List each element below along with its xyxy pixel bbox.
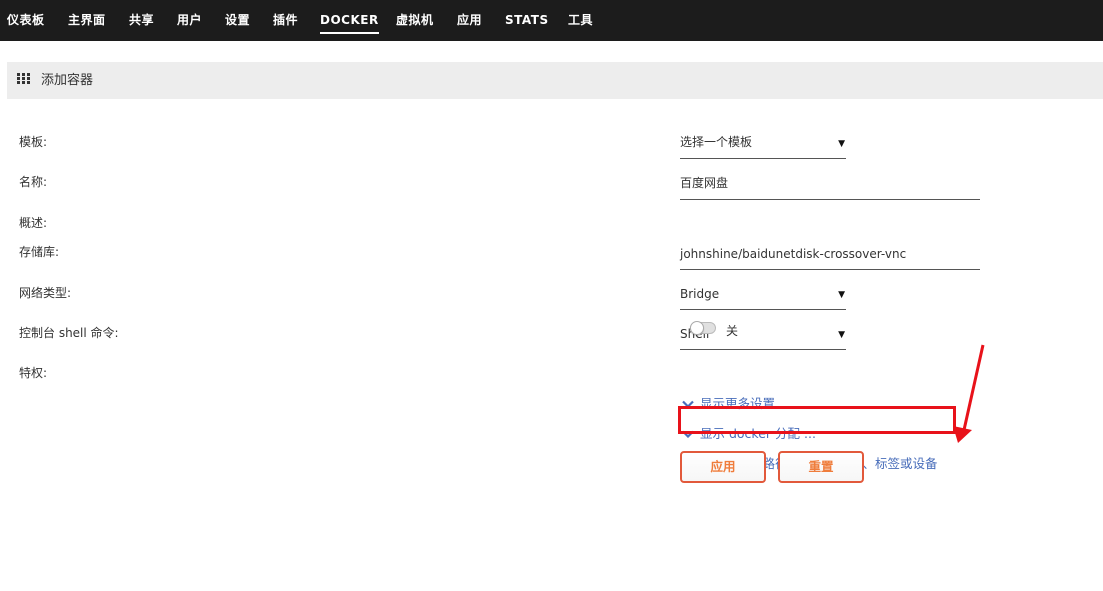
network-type-select[interactable]: Bridge ▼ xyxy=(680,282,846,310)
name-label: 名称: xyxy=(19,175,48,189)
repository-input[interactable]: johnshine/baidunetdisk-crossover-vnc xyxy=(680,241,980,270)
page-title-bar: 添加容器 xyxy=(7,62,1103,99)
annotation-arrow-icon xyxy=(953,344,985,443)
nav-item-settings[interactable]: 设置 xyxy=(225,0,250,41)
repository-label: 存储库: xyxy=(19,245,60,259)
page-title: 添加容器 xyxy=(41,73,94,88)
reset-button[interactable]: 重置 xyxy=(778,451,864,483)
network-type-value: Bridge xyxy=(680,287,720,301)
caret-down-icon: ▼ xyxy=(838,330,845,340)
privileged-label: 特权: xyxy=(19,366,48,380)
nav-item-users[interactable]: 用户 xyxy=(177,0,202,41)
network-type-label: 网络类型: xyxy=(19,286,72,300)
privileged-toggle-label: 关 xyxy=(726,324,739,338)
template-label: 模板: xyxy=(19,135,48,149)
grid-icon xyxy=(17,73,30,85)
nav-item-main[interactable]: 主界面 xyxy=(68,0,106,41)
caret-down-icon: ▼ xyxy=(838,290,845,300)
main-panel: 添加容器 xyxy=(0,41,1103,591)
nav-item-vms[interactable]: 虚拟机 xyxy=(396,0,434,41)
template-select-value: 选择一个模板 xyxy=(680,135,753,149)
nav-item-apps[interactable]: 应用 xyxy=(457,0,482,41)
privileged-toggle[interactable] xyxy=(690,321,716,335)
nav-item-plugins[interactable]: 插件 xyxy=(273,0,298,41)
toggle-knob xyxy=(690,321,704,335)
name-input[interactable]: 百度网盘 xyxy=(680,170,980,200)
overview-label: 概述: xyxy=(19,216,48,230)
template-select[interactable]: 选择一个模板 ▼ xyxy=(680,130,846,159)
nav-item-docker[interactable]: DOCKER xyxy=(320,0,379,41)
nav-item-shares[interactable]: 共享 xyxy=(129,0,154,41)
repository-input-value: johnshine/baidunetdisk-crossover-vnc xyxy=(680,247,907,261)
apply-button[interactable]: 应用 xyxy=(680,451,766,483)
nav-item-stats[interactable]: STATS xyxy=(505,0,549,41)
top-navigation: 仪表板 主界面 共享 用户 设置 插件 DOCKER 虚拟机 应用 STATS … xyxy=(0,0,1103,41)
name-input-value: 百度网盘 xyxy=(680,176,729,190)
highlight-box xyxy=(678,406,956,434)
nav-item-tools[interactable]: 工具 xyxy=(568,0,593,41)
caret-down-icon: ▼ xyxy=(838,139,845,149)
console-shell-label: 控制台 shell 命令: xyxy=(19,326,119,340)
nav-item-dashboard[interactable]: 仪表板 xyxy=(7,0,45,41)
